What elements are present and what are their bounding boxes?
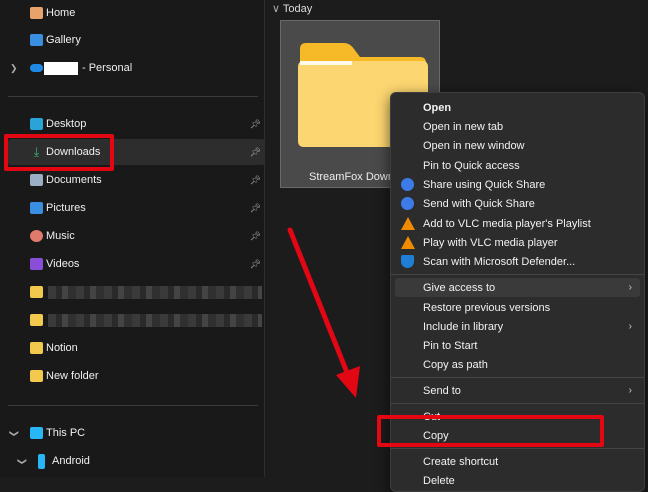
annotation-arrow-icon bbox=[287, 227, 360, 398]
